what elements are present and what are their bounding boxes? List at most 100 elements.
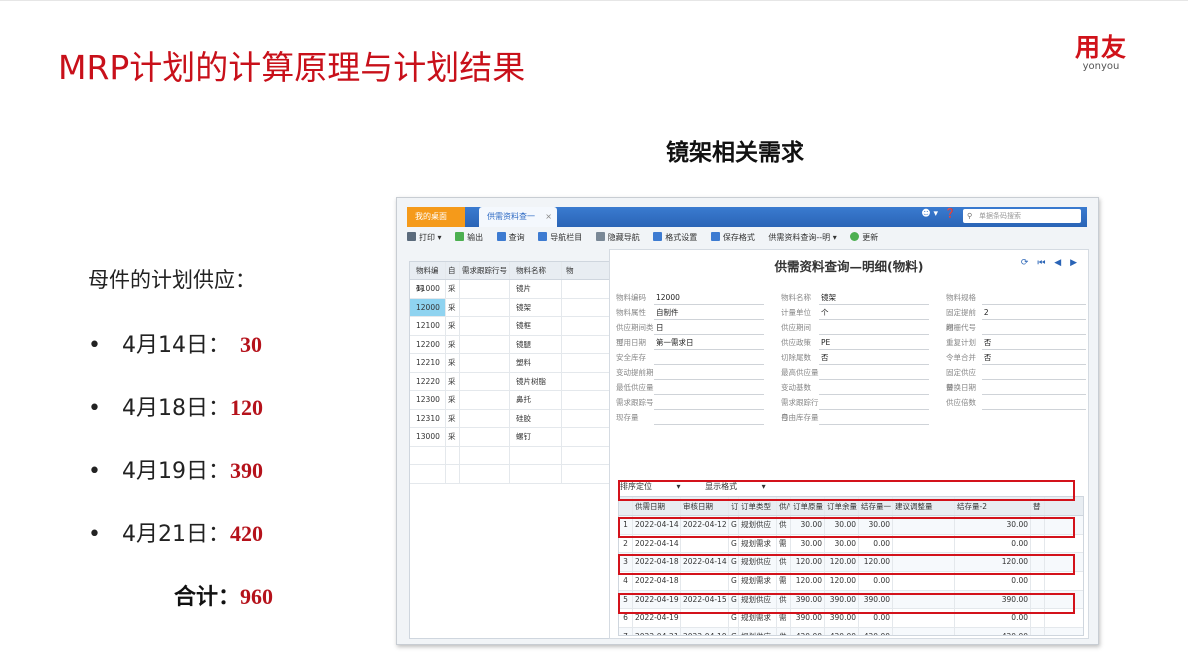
material-cell: [562, 373, 609, 391]
format-settings-button[interactable]: 格式设置: [653, 229, 697, 247]
grid-cell: [1031, 628, 1045, 635]
field-value[interactable]: [654, 380, 764, 395]
print-icon: [407, 232, 416, 241]
export-icon: [455, 232, 465, 241]
field-value[interactable]: [981, 395, 1086, 410]
field-value[interactable]: 个: [819, 305, 929, 320]
form-field: 固定供应量: [946, 365, 1086, 392]
material-row[interactable]: 12220 采 镜片树脂: [410, 372, 609, 391]
col-header[interactable]: 物: [562, 262, 609, 279]
pager-controls[interactable]: ⟳ ⏮ ◀ ▶: [1021, 258, 1080, 268]
form-field: 令单合并否: [946, 350, 1086, 365]
material-cell: [460, 280, 510, 298]
save-format-button[interactable]: 保存格式: [710, 229, 755, 247]
search-input[interactable]: 单据条码搜索: [963, 209, 1081, 223]
field-value[interactable]: 第一需求日: [654, 335, 764, 350]
empty-row: [410, 446, 609, 465]
field-value[interactable]: 否: [981, 335, 1086, 350]
bullet-icon: •: [88, 333, 101, 358]
material-row[interactable]: 13000 采 螺钉: [410, 428, 609, 447]
form-field: 替换日期: [946, 380, 1086, 395]
field-value[interactable]: PE: [819, 335, 929, 350]
field-value[interactable]: [981, 320, 1086, 335]
field-value[interactable]: 日: [654, 320, 764, 335]
field-label: 变动提前期: [616, 368, 654, 377]
form-field: 时栅代号: [946, 320, 1086, 335]
field-value[interactable]: 否: [819, 350, 929, 365]
tab-supply-demand[interactable]: 供需资料查一 ×: [479, 207, 557, 227]
field-value[interactable]: 12000: [654, 290, 764, 305]
app-window: 我的桌面 供需资料查一 × ☻ ▾ ❓ 单据条码搜索 打印 ▾ 输出 查询 导航…: [396, 197, 1099, 645]
form-field: 供应政策 PE: [781, 335, 946, 350]
field-value[interactable]: [654, 365, 764, 380]
highlight-box: [618, 554, 1075, 575]
grid-cell: 2022-04-21: [633, 628, 681, 635]
highlight-box: [618, 593, 1075, 614]
field-value[interactable]: [654, 395, 764, 410]
material-row[interactable]: 12000 采 镜架: [410, 298, 609, 317]
field-label: 供应倍数: [946, 398, 976, 407]
field-value[interactable]: [654, 350, 764, 365]
query-button[interactable]: 查询: [496, 229, 525, 247]
material-cell: [562, 410, 609, 428]
material-row[interactable]: 12200 采 镜腿: [410, 335, 609, 354]
help-icon[interactable]: ❓: [945, 209, 956, 219]
close-icon[interactable]: ×: [545, 207, 552, 227]
material-cell: 镜架: [510, 298, 562, 316]
col-header[interactable]: 物料编码: [410, 262, 446, 293]
form-field: 安全库存: [616, 350, 781, 365]
field-value[interactable]: [819, 380, 929, 395]
material-row[interactable]: 11000 采 镜片: [410, 280, 609, 299]
col-header[interactable]: 物料名称: [510, 262, 562, 279]
bullet-icon: •: [88, 459, 101, 484]
total-value: 960: [240, 584, 274, 609]
tab-label: 供需资料查一: [487, 212, 535, 221]
form-field: 可用日期 第一需求日: [616, 335, 781, 350]
field-value[interactable]: 2: [981, 305, 1086, 320]
refresh-button[interactable]: 更新: [850, 229, 878, 247]
summary-item: • 4月14日： 30: [88, 327, 262, 359]
form-row: 变动提前期 最高供应量 固定供应量: [616, 365, 1086, 392]
material-row[interactable]: 12100 采 镜框: [410, 317, 609, 336]
field-label: 物料属性: [616, 308, 646, 317]
field-value[interactable]: 镜架: [819, 290, 929, 305]
col-header[interactable]: 自: [446, 262, 460, 279]
grid-cell: 420.00: [955, 628, 1031, 635]
field-label: 供应期间类型: [616, 323, 654, 347]
field-value[interactable]: [982, 410, 1086, 425]
material-cell: [562, 336, 609, 354]
material-cell: 采: [446, 428, 460, 446]
field-value[interactable]: [654, 410, 764, 425]
export-button[interactable]: 输出: [455, 229, 483, 247]
grid-cell: 供: [777, 628, 791, 635]
field-value[interactable]: [819, 320, 929, 335]
field-value[interactable]: 否: [981, 350, 1086, 365]
summary-value: 390: [230, 458, 263, 483]
hide-nav-button[interactable]: 隐藏导航: [595, 229, 640, 247]
material-row[interactable]: 12300 采 鼻托: [410, 391, 609, 410]
print-button[interactable]: 打印 ▾: [407, 229, 442, 247]
col-header[interactable]: 需求跟踪行号: [460, 262, 510, 279]
material-cell: 采: [446, 298, 460, 316]
nav-column-button[interactable]: 导航栏目: [538, 229, 582, 247]
form-field: 需求跟踪行号: [781, 395, 946, 422]
view-select[interactable]: 供需资料查询--明 ▾: [768, 229, 836, 247]
material-cell: 镜腿: [510, 335, 562, 353]
field-value[interactable]: 自制件: [654, 305, 764, 320]
field-value[interactable]: [819, 395, 929, 410]
field-value[interactable]: [819, 365, 929, 380]
form-field: 供应期间类型日: [616, 320, 781, 347]
material-row[interactable]: 12210 采 塑料: [410, 354, 609, 373]
user-icon[interactable]: ☻ ▾: [921, 209, 938, 219]
material-row[interactable]: 12310 采 硅胶: [410, 409, 609, 428]
field-value[interactable]: [819, 410, 929, 425]
field-label: 物料编码: [616, 293, 646, 302]
grid-row[interactable]: 72022-04-212022-04-19G规划供应供420.00420.004…: [619, 628, 1083, 635]
tab-home[interactable]: 我的桌面: [407, 207, 465, 227]
field-value[interactable]: [981, 380, 1086, 395]
field-value[interactable]: [981, 290, 1086, 305]
field-label: 安全库存: [616, 353, 646, 362]
material-cell: [562, 391, 609, 409]
material-cell: 13000: [410, 428, 446, 446]
field-value[interactable]: [981, 365, 1086, 380]
